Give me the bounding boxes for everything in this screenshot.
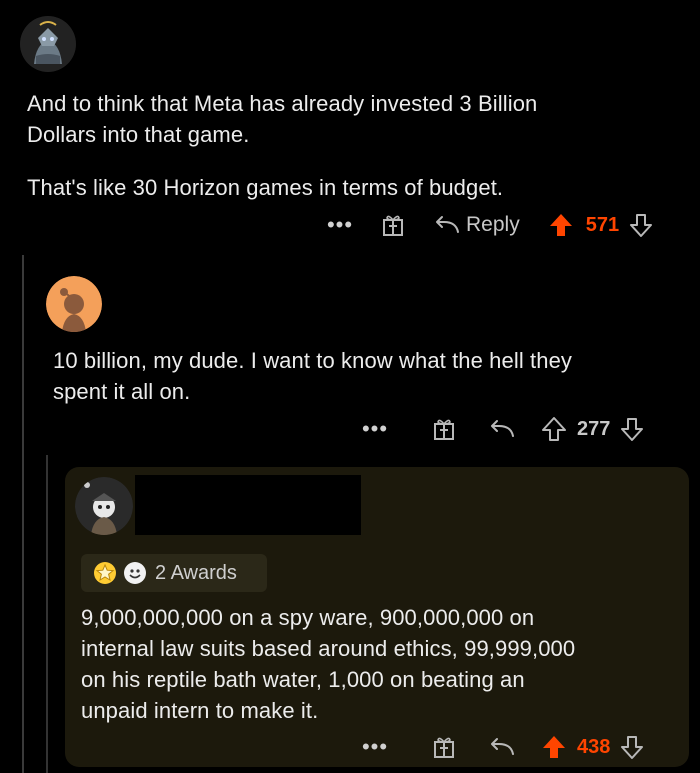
wholesome-award-icon xyxy=(123,561,147,585)
comment: And to think that Meta has already inves… xyxy=(0,0,700,250)
vote-score: 438 xyxy=(577,735,611,758)
reply-icon[interactable] xyxy=(434,214,460,236)
reply-icon[interactable] xyxy=(489,418,515,440)
awards-count: 2 Awards xyxy=(155,561,237,584)
highlighted-comment: 2 Awards 9,000,000,000 on a spy ware, 90… xyxy=(65,467,689,767)
vote-score: 571 xyxy=(585,213,620,236)
comment-text-line: unpaid intern to make it. xyxy=(81,698,319,723)
awards-badge[interactable]: 2 Awards xyxy=(81,554,267,592)
upvote-icon[interactable] xyxy=(541,734,567,760)
upvote-icon[interactable] xyxy=(548,212,574,238)
reply-button[interactable]: Reply xyxy=(466,213,520,237)
more-options-button[interactable]: ••• xyxy=(310,212,370,238)
comment-text-line: 10 billion, my dude. I want to know what… xyxy=(53,348,573,373)
comment-actions: ••• 277 xyxy=(345,412,685,446)
comment-text-line: spent it all on. xyxy=(53,379,191,404)
gift-award-icon[interactable] xyxy=(380,212,406,238)
upvote-icon[interactable] xyxy=(541,416,567,442)
avatar[interactable] xyxy=(20,16,76,72)
comment-reply: 10 billion, my dude. I want to know what… xyxy=(0,255,700,455)
thread-line-nested xyxy=(46,455,48,773)
comment-text-line: Dollars into that game. xyxy=(27,122,250,147)
redacted-username xyxy=(135,475,361,535)
downvote-icon[interactable] xyxy=(620,416,644,442)
downvote-icon[interactable] xyxy=(629,212,653,238)
more-options-button[interactable]: ••• xyxy=(345,416,405,442)
avatar[interactable] xyxy=(46,276,102,332)
gift-award-icon[interactable] xyxy=(431,416,457,442)
comment-text-line: 9,000,000,000 on a spy ware, 900,000,000… xyxy=(81,605,535,630)
comment-text-line: And to think that Meta has already inves… xyxy=(27,91,538,116)
comment-body: 10 billion, my dude. I want to know what… xyxy=(53,345,683,407)
downvote-icon[interactable] xyxy=(620,734,644,760)
reply-icon[interactable] xyxy=(489,736,515,758)
gift-award-icon[interactable] xyxy=(431,734,457,760)
comment-text-line: on his reptile bath water, 1,000 on beat… xyxy=(81,667,525,692)
vote-score: 277 xyxy=(577,417,611,440)
comment-body: And to think that Meta has already inves… xyxy=(27,88,687,203)
comment-text-line: internal law suits based around ethics, … xyxy=(81,636,576,661)
avatar[interactable] xyxy=(75,477,133,535)
comment-body: 9,000,000,000 on a spy ware, 900,000,000… xyxy=(81,602,681,726)
comment-actions: ••• 438 xyxy=(345,730,685,764)
gold-star-award-icon xyxy=(93,561,117,585)
comment-actions: ••• Reply 571 xyxy=(310,208,690,242)
comment-text-line: That's like 30 Horizon games in terms of… xyxy=(27,175,504,200)
more-options-button[interactable]: ••• xyxy=(345,734,405,760)
